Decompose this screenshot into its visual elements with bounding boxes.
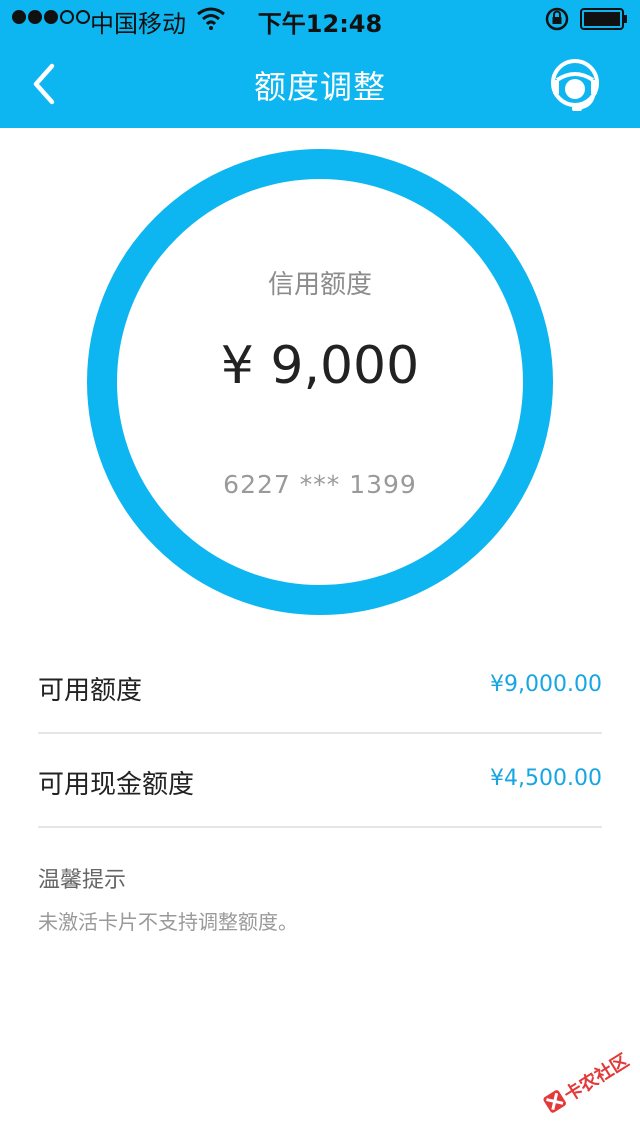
nav-bar: 额度调整 [0, 40, 640, 128]
card-number: 6227 *** 1399 [223, 470, 417, 499]
credit-limit-amount: ¥ 9,000 [220, 336, 420, 396]
watermark-logo: 卡农社区 [543, 1049, 633, 1113]
available-cash-limit-value: ¥4,500.00 [490, 766, 602, 791]
credit-limit-label: 信用额度 [267, 270, 372, 300]
status-bar: 中国移动 下午12:48 [0, 0, 640, 40]
watermark-text: 卡农社区 [560, 1049, 633, 1106]
app-header: 中国移动 下午12:48 额度调整 [0, 0, 640, 128]
tip-title: 温馨提示 [38, 868, 127, 893]
battery-icon [580, 8, 627, 30]
orientation-lock-icon [545, 7, 569, 31]
tip-text: 未激活卡片不支持调整额度。 [38, 910, 298, 934]
available-cash-limit-label: 可用现金额度 [38, 770, 195, 800]
available-limit-label: 可用额度 [38, 676, 143, 706]
available-limit-row: 可用额度 ¥9,000.00 [38, 640, 602, 734]
customer-service-button[interactable] [540, 50, 610, 120]
available-limit-value: ¥9,000.00 [490, 672, 602, 697]
available-cash-limit-row: 可用现金额度 ¥4,500.00 [38, 734, 602, 828]
